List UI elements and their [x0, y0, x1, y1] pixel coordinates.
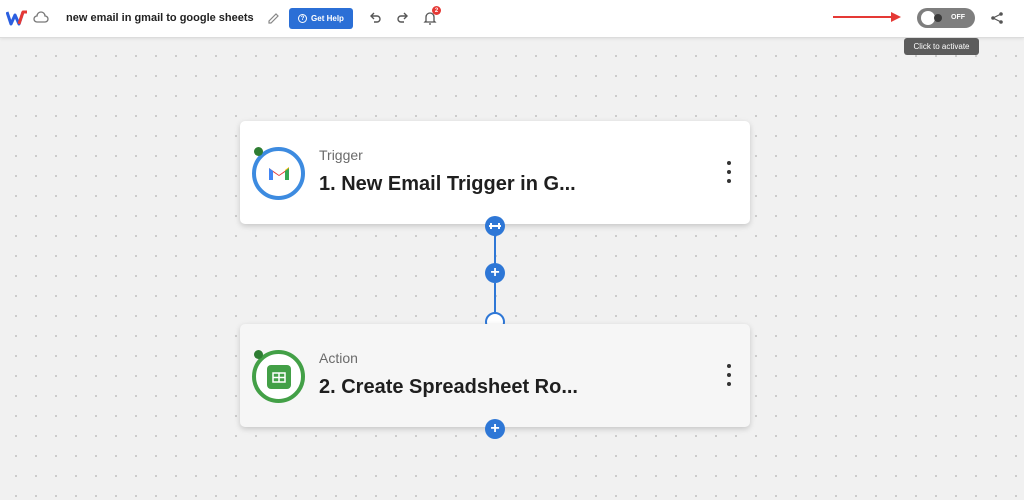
- router-icon[interactable]: [485, 216, 505, 236]
- action-step-card[interactable]: Action 2. Create Spreadsheet Ro...: [240, 324, 750, 427]
- connector-line: [494, 283, 496, 313]
- top-toolbar: new email in gmail to google sheets ? Ge…: [0, 0, 1024, 38]
- gmail-icon: [268, 167, 289, 180]
- toggle-knob: [921, 11, 935, 25]
- pencil-icon[interactable]: [267, 12, 280, 25]
- redo-icon[interactable]: [396, 11, 410, 25]
- notification-badge: 2: [432, 6, 441, 15]
- cursor-icon: [934, 14, 942, 22]
- get-help-label: Get Help: [311, 14, 344, 23]
- add-step-button[interactable]: +: [485, 263, 505, 283]
- more-options-icon[interactable]: [726, 364, 732, 386]
- workflow-title[interactable]: new email in gmail to google sheets: [66, 12, 254, 24]
- app-logo-icon[interactable]: [6, 9, 28, 27]
- annotation-arrow-icon: [833, 12, 901, 22]
- step-name: 2. Create Spreadsheet Ro...: [319, 376, 578, 398]
- google-sheets-icon: [266, 364, 291, 389]
- status-dot: [254, 350, 263, 359]
- cloud-icon: [33, 11, 49, 23]
- step-kind-label: Trigger: [319, 147, 363, 163]
- share-icon[interactable]: [990, 11, 1004, 25]
- step-kind-label: Action: [319, 350, 358, 366]
- undo-icon[interactable]: [368, 11, 382, 25]
- step-name: 1. New Email Trigger in G...: [319, 173, 576, 195]
- activate-toggle[interactable]: OFF: [917, 8, 975, 28]
- toggle-tooltip: Click to activate: [904, 38, 979, 55]
- question-icon: ?: [298, 14, 308, 23]
- connector-line: [494, 234, 496, 264]
- status-dot: [254, 147, 263, 156]
- more-options-icon[interactable]: [726, 161, 732, 183]
- get-help-button[interactable]: ? Get Help: [289, 8, 353, 29]
- add-step-button[interactable]: +: [485, 419, 505, 439]
- trigger-step-card[interactable]: Trigger 1. New Email Trigger in G...: [240, 121, 750, 224]
- toggle-state-label: OFF: [951, 14, 965, 21]
